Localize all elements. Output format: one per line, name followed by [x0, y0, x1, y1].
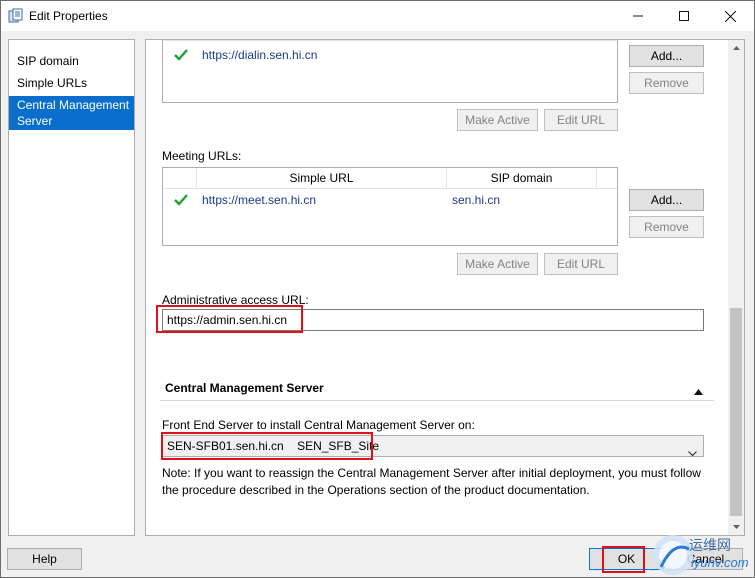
column-header-simple-url[interactable]: Simple URL	[197, 168, 447, 189]
column-header-sip-domain[interactable]: SIP domain	[447, 168, 597, 189]
app-icon	[8, 8, 24, 24]
minimize-button[interactable]	[615, 1, 661, 31]
table-row[interactable]: https://meet.sen.hi.cn sen.hi.cn	[163, 190, 617, 210]
front-end-server-select[interactable]: SEN-SFB01.sen.hi.cn SEN_SFB_Site	[162, 435, 704, 457]
dialin-make-active-button[interactable]: Make Active	[457, 109, 538, 131]
admin-url-input[interactable]: https://admin.sen.hi.cn	[162, 309, 704, 331]
meeting-urls-label: Meeting URLs:	[162, 149, 242, 163]
edit-properties-window: Edit Properties SIP domain Simple URLs C…	[0, 0, 755, 578]
chevron-down-icon	[688, 443, 697, 463]
dialin-remove-button[interactable]: Remove	[629, 72, 704, 94]
selected-server: SEN-SFB01.sen.hi.cn	[167, 439, 284, 453]
cms-note: Note: If you want to reassign the Centra…	[162, 466, 701, 497]
selected-site: SEN_SFB_Site	[297, 439, 380, 453]
scrollbar-thumb[interactable]	[730, 308, 742, 516]
admin-url-label: Administrative access URL:	[162, 293, 309, 307]
active-check-icon	[173, 47, 189, 63]
meeting-make-active-button[interactable]: Make Active	[457, 253, 538, 275]
help-button[interactable]: Help	[7, 548, 82, 570]
meeting-edit-url-button[interactable]: Edit URL	[544, 253, 618, 275]
site-watermark-logo: 运维网 iyunv.com	[651, 531, 755, 578]
collapse-arrow-icon[interactable]	[694, 384, 703, 398]
navigation-list: SIP domain Simple URLs Central Managemen…	[8, 39, 135, 536]
title-bar: Edit Properties	[1, 1, 754, 31]
front-end-label: Front End Server to install Central Mana…	[162, 418, 475, 432]
dialin-add-button[interactable]: Add...	[629, 45, 704, 67]
nav-item-simple-urls[interactable]: Simple URLs	[9, 75, 134, 91]
meeting-remove-button[interactable]: Remove	[629, 216, 704, 238]
meeting-list-header: Simple URL SIP domain	[163, 168, 617, 189]
dialin-url-list[interactable]: https://dialin.sen.hi.cn	[162, 40, 618, 103]
meeting-sip-domain: sen.hi.cn	[452, 193, 501, 207]
close-button[interactable]	[707, 1, 753, 31]
active-check-icon	[173, 192, 189, 208]
meeting-url-list[interactable]: Simple URL SIP domain https://meet.sen.h…	[162, 167, 618, 246]
cms-section-title: Central Management Server	[165, 381, 324, 395]
nav-item-sip-domain[interactable]: SIP domain	[9, 53, 134, 69]
dialin-url[interactable]: https://dialin.sen.hi.cn	[202, 48, 317, 62]
scroll-up-icon[interactable]	[728, 40, 744, 56]
window-title: Edit Properties	[29, 9, 108, 23]
meeting-add-button[interactable]: Add...	[629, 189, 704, 211]
maximize-button[interactable]	[661, 1, 707, 31]
content-pane: https://dialin.sen.hi.cn Add... Remove M…	[145, 39, 745, 536]
dialin-edit-url-button[interactable]: Edit URL	[544, 109, 618, 131]
nav-item-central-management-server[interactable]: Central Management Server	[9, 96, 134, 130]
meeting-url: https://meet.sen.hi.cn	[202, 193, 317, 207]
vertical-scrollbar[interactable]	[728, 40, 744, 535]
